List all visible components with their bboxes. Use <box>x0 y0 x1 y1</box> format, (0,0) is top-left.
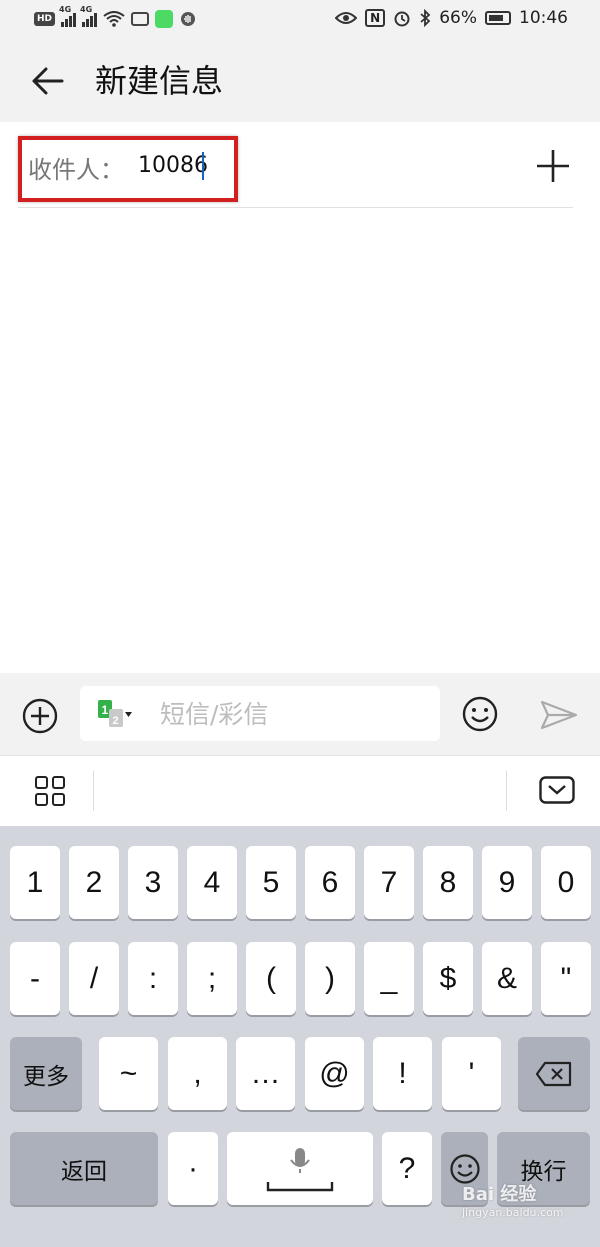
key-dollar[interactable]: $ <box>423 942 473 1015</box>
battery-percent: 66% <box>439 8 477 28</box>
key-return[interactable]: 返回 <box>10 1132 158 1205</box>
key-comma[interactable]: , <box>168 1037 227 1110</box>
backspace-key[interactable] <box>518 1037 590 1110</box>
eye-icon <box>335 12 358 24</box>
toolbar-divider <box>93 771 94 811</box>
key-tilde[interactable]: ~ <box>99 1037 158 1110</box>
add-contact-plus-icon[interactable] <box>533 146 573 186</box>
key-0[interactable]: 0 <box>541 846 591 919</box>
key-ellipsis[interactable]: … <box>236 1037 295 1110</box>
nfc-icon: N <box>365 9 386 27</box>
app-header: 新建信息 <box>0 40 600 122</box>
key-slash[interactable]: / <box>69 942 119 1015</box>
key-underscore[interactable]: _ <box>364 942 414 1015</box>
key-semicolon[interactable]: ; <box>187 942 237 1015</box>
watermark-brand: Bai 经验 <box>462 1184 537 1205</box>
key-4[interactable]: 4 <box>187 846 237 919</box>
key-at[interactable]: @ <box>305 1037 364 1110</box>
watermark-url: jingyan.baidu.com <box>462 1206 564 1219</box>
clock: 10:46 <box>519 8 568 28</box>
key-7[interactable]: 7 <box>364 846 414 919</box>
hide-keyboard-icon[interactable] <box>539 776 575 804</box>
signal-2-icon: 4G <box>80 5 98 27</box>
keyboard-status-icon <box>131 12 150 26</box>
message-input[interactable] <box>160 694 430 734</box>
recipient-input[interactable] <box>138 148 238 182</box>
key-8[interactable]: 8 <box>423 846 473 919</box>
status-bar: HD 4G 4G N 66% 10:46 <box>0 0 600 40</box>
bluetooth-icon <box>420 9 431 27</box>
key-open-paren[interactable]: ( <box>246 942 296 1015</box>
space-key[interactable] <box>227 1132 373 1205</box>
recipient-row: 收件人： <box>18 132 573 208</box>
alarm-icon <box>394 11 410 27</box>
keyboard-toolbar <box>0 755 600 826</box>
key-2[interactable]: 2 <box>69 846 119 919</box>
status-left: HD 4G 4G <box>34 5 197 28</box>
apps-grid-icon[interactable] <box>34 775 66 807</box>
app-notification-icon <box>155 10 174 28</box>
key-ampersand[interactable]: & <box>482 942 532 1015</box>
signal-1-icon: 4G <box>59 5 77 27</box>
audio-wave-icon <box>181 12 196 26</box>
attachment-plus-icon[interactable] <box>21 697 59 735</box>
key-question[interactable]: ? <box>382 1132 432 1205</box>
hd-badge: HD <box>34 12 56 26</box>
key-quote[interactable]: " <box>541 942 591 1015</box>
key-dash[interactable]: - <box>10 942 60 1015</box>
send-icon[interactable] <box>540 699 578 731</box>
sim-switch-icon[interactable]: 1 2 <box>98 700 132 728</box>
battery-icon <box>485 11 511 25</box>
key-apostrophe[interactable]: ' <box>442 1037 501 1110</box>
key-more[interactable]: 更多 <box>10 1037 82 1110</box>
network-1-label: 4G <box>59 5 72 14</box>
backspace-icon <box>535 1061 572 1086</box>
key-6[interactable]: 6 <box>305 846 355 919</box>
microphone-icon <box>266 1147 334 1191</box>
text-caret <box>202 152 204 180</box>
back-arrow-icon[interactable] <box>24 58 70 104</box>
sim-2-label: 2 <box>113 715 119 727</box>
status-right: N 66% 10:46 <box>335 8 568 28</box>
baidu-watermark: Bai 经验 jingyan.baidu.com <box>462 1180 564 1219</box>
network-2-label: 4G <box>80 5 93 14</box>
page-title: 新建信息 <box>95 62 224 100</box>
key-3[interactable]: 3 <box>128 846 178 919</box>
compose-area: 收件人： <box>0 122 600 673</box>
sim-1-label: 1 <box>102 703 109 717</box>
message-bar: 1 2 <box>0 673 600 755</box>
key-exclamation[interactable]: ! <box>373 1037 432 1110</box>
key-1[interactable]: 1 <box>10 846 60 919</box>
toolbar-divider <box>506 771 507 811</box>
wifi-icon <box>103 11 125 27</box>
key-9[interactable]: 9 <box>482 846 532 919</box>
key-colon[interactable]: : <box>128 942 178 1015</box>
emoji-icon[interactable] <box>461 695 499 733</box>
key-5[interactable]: 5 <box>246 846 296 919</box>
key-close-paren[interactable]: ) <box>305 942 355 1015</box>
recipient-label: 收件人： <box>28 156 124 184</box>
message-input-container: 1 2 <box>80 686 440 741</box>
key-middle-dot[interactable]: · <box>168 1132 218 1205</box>
